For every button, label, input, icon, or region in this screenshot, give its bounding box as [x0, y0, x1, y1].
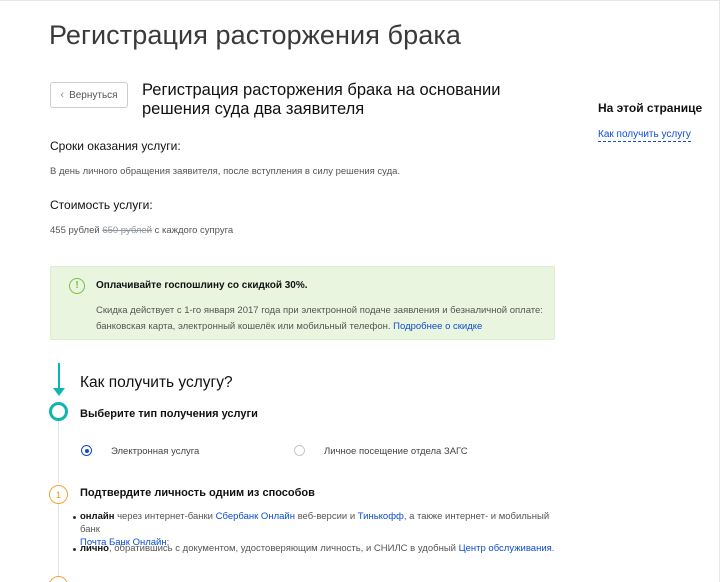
- identity-online-text: веб-версии и: [297, 511, 356, 522]
- terms-heading: Сроки оказания услуги:: [50, 139, 181, 153]
- how-to-get-heading: Как получить услугу?: [80, 374, 233, 391]
- radio-label-electronic-service[interactable]: Электронная услуга: [111, 446, 199, 457]
- timeline-line: [58, 503, 59, 582]
- identity-personal: лично, обратившись с документом, удостов…: [80, 542, 560, 555]
- identity-online-text: через интернет-банки: [117, 511, 213, 522]
- service-title: Регистрация расторжения брака на основан…: [142, 81, 501, 118]
- discount-details-link[interactable]: Подробнее о скидке: [393, 321, 482, 332]
- back-button-label: Вернуться: [69, 89, 118, 101]
- discount-notice: ! Оплачивайте госпошлину со скидкой 30%.…: [50, 266, 555, 340]
- step-number-badge: [49, 576, 68, 582]
- identity-personal-bold: лично: [80, 543, 109, 554]
- notice-title: Оплачивайте госпошлину со скидкой 30%.: [96, 280, 308, 291]
- sberbank-online-link[interactable]: Сбербанк Онлайн: [216, 511, 295, 522]
- cost-price: 455 рублей: [50, 225, 100, 236]
- cost-suffix: с каждого супруга: [154, 225, 234, 236]
- tinkoff-link[interactable]: Тинькофф: [358, 511, 404, 522]
- arrow-down-icon: [53, 388, 65, 396]
- page-title: Регистрация расторжения брака: [49, 20, 461, 50]
- notice-text: Скидка действует с 1-го января 2017 года…: [96, 303, 546, 334]
- radio-personal-visit[interactable]: [294, 445, 305, 456]
- aside-link-how-to-get[interactable]: Как получить услугу: [598, 129, 691, 142]
- aside-heading: На этой странице: [598, 101, 703, 115]
- back-button[interactable]: ‹ Вернуться: [50, 82, 128, 108]
- step1-heading: Выберите тип получения услуги: [80, 408, 258, 420]
- step-number-badge: 1: [49, 485, 68, 504]
- cost-old-price: 650 рублей: [102, 225, 152, 236]
- cost-text: 455 рублей 650 рублей с каждого супруга: [50, 225, 233, 236]
- radio-label-personal-visit[interactable]: Личное посещение отдела ЗАГС: [324, 446, 468, 457]
- radio-electronic-service[interactable]: [81, 445, 92, 456]
- chevron-left-icon: ‹: [60, 88, 65, 101]
- cost-heading: Стоимость услуги:: [50, 198, 153, 212]
- exclamation-circle-icon: !: [69, 278, 85, 294]
- terms-text: В день личного обращения заявителя, посл…: [50, 166, 401, 177]
- identity-online-bold: онлайн: [80, 511, 115, 522]
- identity-personal-text: .: [551, 543, 555, 554]
- step2-heading: Подтвердите личность одним из способов: [80, 487, 315, 499]
- bullet-icon: [73, 516, 76, 519]
- service-center-link[interactable]: Центр обслуживания: [459, 543, 552, 554]
- bullet-icon: [73, 548, 76, 551]
- timeline-line: [58, 421, 59, 483]
- step-dot-icon: [49, 402, 68, 421]
- top-divider: [0, 0, 720, 1]
- identity-personal-text: , обратившись с документом, удостоверяющ…: [108, 543, 456, 554]
